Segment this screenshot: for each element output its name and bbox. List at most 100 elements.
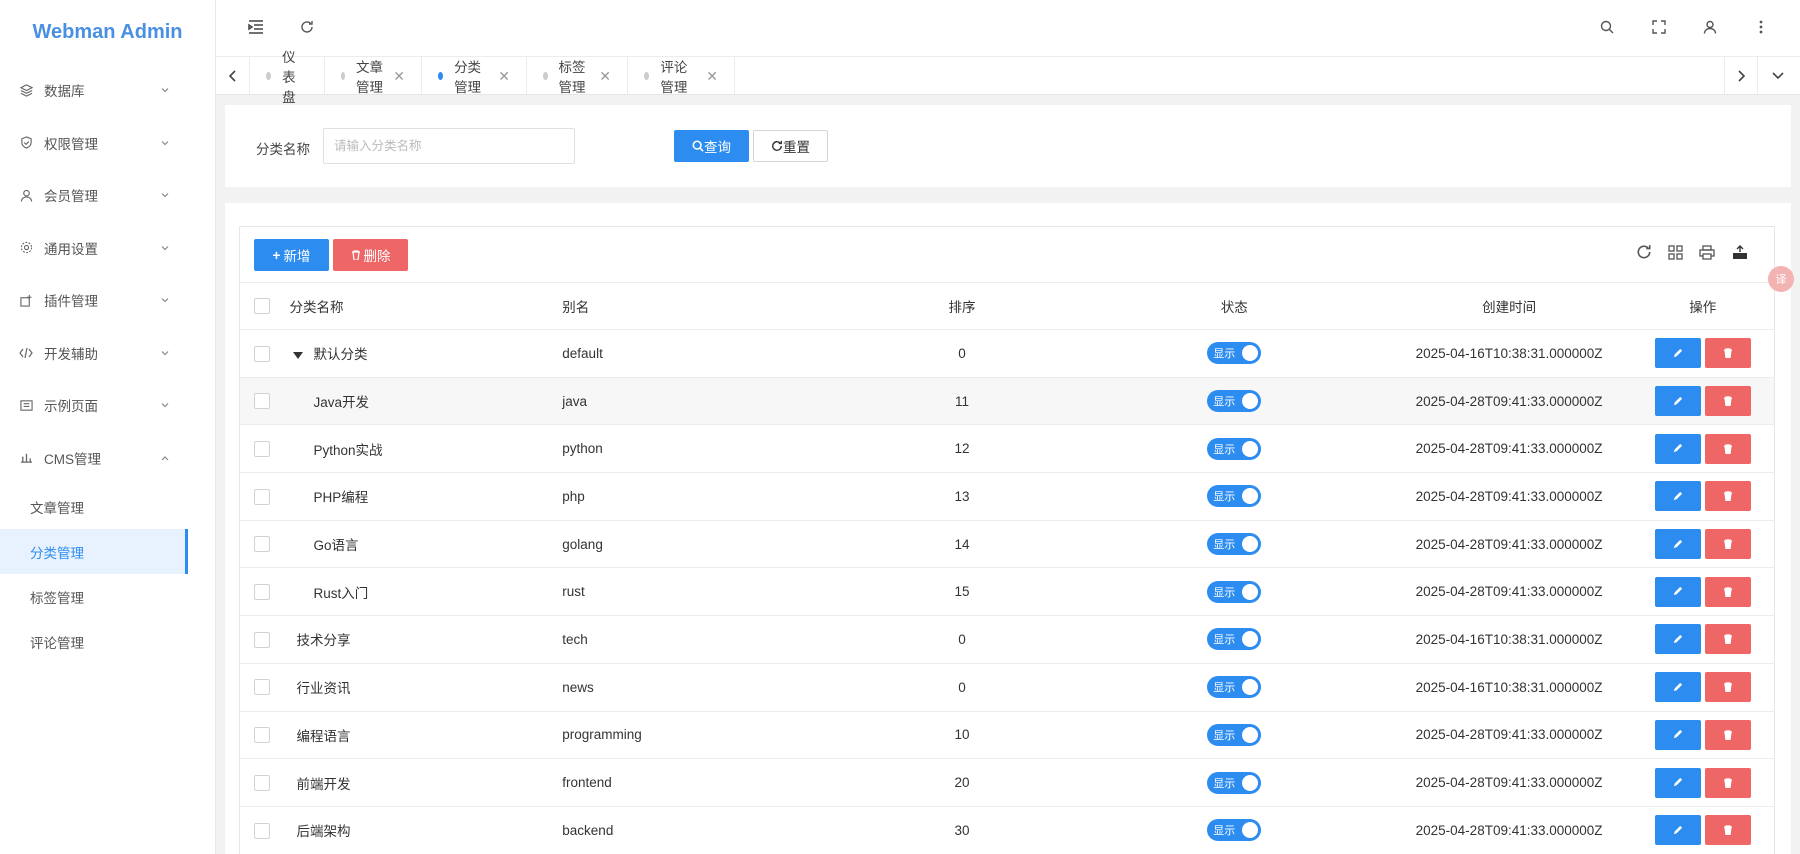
table-row[interactable]: Rust入门 rust 15 显示 2025-04-28T09:41:33.000000… (239, 567, 1775, 616)
status-toggle[interactable]: 显示 (1207, 628, 1262, 651)
status-toggle[interactable]: 显示 (1207, 771, 1262, 794)
columns-icon[interactable] (1664, 241, 1686, 263)
tab-scroll-right-icon[interactable] (1724, 57, 1758, 95)
row-checkbox[interactable] (254, 631, 270, 648)
status-toggle[interactable]: 显示 (1207, 485, 1262, 508)
delete-button[interactable]: 删除 (333, 239, 408, 271)
sidebar-item-3[interactable]: 通用设置 (0, 222, 215, 275)
edit-button[interactable] (1654, 529, 1701, 560)
row-delete-button[interactable] (1704, 767, 1751, 798)
refresh-icon[interactable] (296, 16, 318, 38)
row-delete-button[interactable] (1704, 815, 1751, 846)
row-delete-button[interactable] (1704, 386, 1751, 417)
row-checkbox[interactable] (254, 536, 270, 553)
table-row[interactable]: 默认分类 default 0 显示 2025-04-16T10:38:31.000000… (239, 329, 1775, 378)
row-delete-button[interactable] (1704, 672, 1751, 703)
sidebar-item-7[interactable]: CMS管理 (0, 432, 215, 485)
fullscreen-icon[interactable] (1648, 16, 1670, 38)
sidebar-subitem-3[interactable]: 评论管理 (0, 619, 188, 664)
tab-4[interactable]: 评论管理 ✕ (628, 57, 735, 95)
row-delete-button[interactable] (1704, 719, 1751, 750)
close-icon[interactable]: ✕ (706, 68, 718, 85)
print-icon[interactable] (1696, 241, 1718, 263)
edit-button[interactable] (1654, 433, 1701, 464)
table-row[interactable]: 编程语言 programming 10 显示 2025-04-28T09:41:33.0… (239, 710, 1775, 759)
row-checkbox[interactable] (254, 822, 270, 839)
edit-button[interactable] (1654, 576, 1701, 607)
row-checkbox[interactable] (254, 679, 270, 696)
edit-button[interactable] (1654, 338, 1701, 369)
row-checkbox[interactable] (254, 584, 270, 600)
status-toggle[interactable]: 显示 (1207, 819, 1262, 842)
row-delete-button[interactable] (1704, 433, 1751, 464)
close-icon[interactable]: ✕ (498, 68, 510, 85)
row-checkbox[interactable] (254, 393, 270, 410)
edit-button[interactable] (1654, 386, 1701, 417)
row-checkbox[interactable] (254, 345, 270, 362)
status-toggle[interactable]: 显示 (1207, 723, 1262, 746)
table-row[interactable]: 行业资讯 news 0 显示 2025-04-16T10:38:31.000000Z (239, 662, 1775, 711)
sidebar-item-5[interactable]: 开发辅助 (0, 327, 215, 380)
add-button[interactable]: + 新增 (254, 239, 329, 271)
sidebar-subitem-2[interactable]: 标签管理 (0, 574, 188, 619)
edit-button[interactable] (1654, 481, 1701, 512)
sidebar-item-0[interactable]: 数据库 (0, 64, 215, 117)
tab-dropdown-icon[interactable] (1761, 57, 1795, 95)
table-row[interactable]: Python实战 python 12 显示 2025-04-28T09:41:33.00… (239, 424, 1775, 473)
table-row[interactable]: 前端开发 frontend 20 显示 2025-04-28T09:41:33.0000… (239, 758, 1775, 807)
expand-triangle-icon[interactable] (293, 352, 304, 360)
tab-3[interactable]: 标签管理 ✕ (527, 57, 628, 95)
sidebar-item-2[interactable]: 会员管理 (0, 169, 215, 222)
close-icon[interactable]: ✕ (393, 68, 405, 85)
sidebar-subitem-0[interactable]: 文章管理 (0, 484, 188, 529)
status-toggle[interactable]: 显示 (1207, 676, 1262, 699)
alias-cell: golang (562, 519, 843, 568)
table-refresh-icon[interactable] (1633, 241, 1655, 263)
row-checkbox[interactable] (254, 774, 270, 791)
row-delete-button[interactable] (1704, 481, 1751, 512)
status-toggle[interactable]: 显示 (1207, 533, 1262, 556)
sidebar-item-6[interactable]: 示例页面 (0, 379, 215, 432)
tab-label: 评论管理 (660, 60, 688, 95)
menu-collapse-icon[interactable] (245, 16, 267, 38)
category-name-input[interactable] (323, 128, 575, 164)
table-row[interactable]: PHP编程 php 13 显示 2025-04-28T09:41:33.000000Z (239, 472, 1775, 521)
edit-button[interactable] (1654, 767, 1701, 798)
table-row[interactable]: Java开发 java 11 显示 2025-04-28T09:41:33.000000… (239, 376, 1775, 425)
row-delete-button[interactable] (1704, 529, 1751, 560)
table-row[interactable]: 后端架构 backend 30 显示 2025-04-28T09:41:33.00000… (239, 805, 1775, 854)
query-button[interactable]: 查询 (674, 130, 749, 162)
status-toggle[interactable]: 显示 (1207, 580, 1262, 603)
reset-button[interactable]: 重置 (753, 130, 828, 162)
row-checkbox[interactable] (254, 488, 270, 505)
export-icon[interactable] (1729, 241, 1751, 263)
table-row[interactable]: Go语言 golang 14 显示 2025-04-28T09:41:33.000000… (239, 519, 1775, 568)
tab-2[interactable]: 分类管理 ✕ (422, 57, 527, 95)
row-delete-button[interactable] (1704, 624, 1751, 655)
tab-0[interactable]: 仪表盘 (250, 50, 325, 105)
table-row[interactable]: 技术分享 tech 0 显示 2025-04-16T10:38:31.000000Z (239, 615, 1775, 664)
row-checkbox[interactable] (254, 727, 270, 744)
select-all-checkbox[interactable] (254, 298, 270, 315)
app-logo[interactable]: Webman Admin (0, 0, 215, 64)
edit-button[interactable] (1654, 624, 1701, 655)
edit-button[interactable] (1654, 719, 1701, 750)
row-delete-button[interactable] (1704, 576, 1751, 607)
status-toggle[interactable]: 显示 (1207, 342, 1262, 365)
sidebar-item-4[interactable]: 插件管理 (0, 274, 215, 327)
more-vertical-icon[interactable] (1750, 16, 1772, 38)
row-checkbox[interactable] (254, 440, 270, 457)
search-icon[interactable] (1596, 16, 1618, 38)
row-delete-button[interactable] (1704, 338, 1751, 369)
user-icon[interactable] (1699, 16, 1721, 38)
status-toggle[interactable]: 显示 (1207, 390, 1262, 413)
tab-1[interactable]: 文章管理 ✕ (325, 57, 422, 95)
close-icon[interactable]: ✕ (599, 68, 611, 85)
edit-button[interactable] (1654, 672, 1701, 703)
translate-icon[interactable]: 译 (1768, 266, 1794, 292)
status-toggle[interactable]: 显示 (1207, 437, 1262, 460)
edit-button[interactable] (1654, 815, 1701, 846)
tab-scroll-left-icon[interactable] (216, 57, 250, 95)
sidebar-subitem-1[interactable]: 分类管理 (0, 529, 188, 574)
sidebar-item-1[interactable]: 权限管理 (0, 117, 215, 170)
